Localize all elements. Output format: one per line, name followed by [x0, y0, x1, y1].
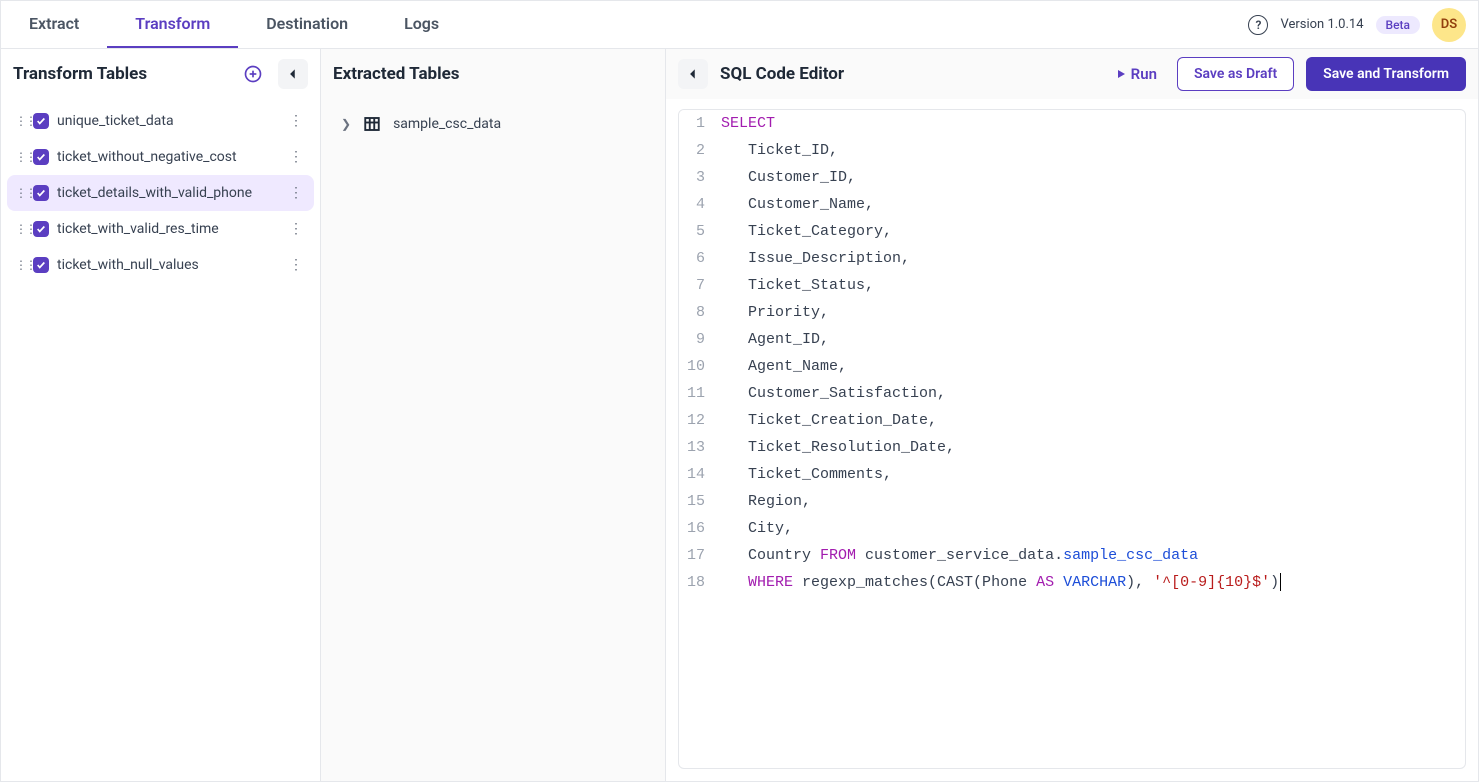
line-number: 15	[679, 488, 715, 515]
code-line[interactable]: Ticket_Resolution_Date,	[715, 434, 1465, 461]
drag-handle-icon[interactable]: ⋮⋮	[15, 222, 25, 236]
transform-table-label: ticket_with_valid_res_time	[57, 221, 278, 237]
main-tabs: Extract Transform Destination Logs	[1, 1, 467, 48]
topbar-right: ? Version 1.0.14 Beta DS	[1248, 8, 1466, 42]
code-line[interactable]: Ticket_Category,	[715, 218, 1465, 245]
transform-table-label: ticket_with_null_values	[57, 257, 278, 273]
code-line[interactable]: Customer_Satisfaction,	[715, 380, 1465, 407]
collapse-transform-panel-button[interactable]	[278, 59, 308, 89]
run-label: Run	[1131, 65, 1157, 83]
beta-badge: Beta	[1376, 16, 1420, 34]
line-number: 12	[679, 407, 715, 434]
line-number: 14	[679, 461, 715, 488]
checkbox[interactable]	[33, 257, 49, 273]
checkbox[interactable]	[33, 185, 49, 201]
more-menu-icon[interactable]: ⋮	[286, 221, 306, 237]
transform-table-item[interactable]: ⋮⋮ ticket_with_valid_res_time ⋮	[7, 211, 314, 247]
avatar[interactable]: DS	[1432, 8, 1466, 42]
checkbox[interactable]	[33, 149, 49, 165]
code-line[interactable]: Region,	[715, 488, 1465, 515]
tab-transform[interactable]: Transform	[107, 1, 238, 48]
line-number: 10	[679, 353, 715, 380]
line-number: 8	[679, 299, 715, 326]
transform-table-item[interactable]: ⋮⋮ ticket_without_negative_cost ⋮	[7, 139, 314, 175]
drag-handle-icon[interactable]: ⋮⋮	[15, 258, 25, 272]
code-line[interactable]: Agent_Name,	[715, 353, 1465, 380]
drag-handle-icon[interactable]: ⋮⋮	[15, 150, 25, 164]
line-number: 18	[679, 569, 715, 596]
more-menu-icon[interactable]: ⋮	[286, 185, 306, 201]
extracted-tables-list: ❯ sample_csc_data	[321, 99, 665, 149]
line-number: 6	[679, 245, 715, 272]
tab-destination[interactable]: Destination	[238, 1, 376, 48]
tab-logs[interactable]: Logs	[376, 1, 467, 48]
code-editor[interactable]: 1SELECT2 Ticket_ID,3 Customer_ID,4 Custo…	[678, 109, 1466, 769]
run-button[interactable]: Run	[1107, 59, 1165, 89]
line-number: 7	[679, 272, 715, 299]
line-number: 9	[679, 326, 715, 353]
transform-table-label: ticket_details_with_valid_phone	[57, 185, 278, 201]
checkbox[interactable]	[33, 113, 49, 129]
version-label: Version 1.0.14	[1280, 17, 1363, 32]
code-line[interactable]: SELECT	[715, 110, 1465, 137]
code-line[interactable]: Ticket_ID,	[715, 137, 1465, 164]
line-number: 17	[679, 542, 715, 569]
transform-table-label: ticket_without_negative_cost	[57, 149, 278, 165]
extracted-tables-panel: Extracted Tables ❯ sample_csc_data	[321, 49, 666, 781]
line-number: 2	[679, 137, 715, 164]
chevron-right-icon: ❯	[341, 117, 351, 131]
transform-tables-panel: Transform Tables ⋮⋮unique_ticket_data⋮⋮⋮…	[1, 49, 321, 781]
help-icon[interactable]: ?	[1248, 15, 1268, 35]
extracted-table-label: sample_csc_data	[393, 116, 501, 132]
code-line[interactable]: Issue_Description,	[715, 245, 1465, 272]
table-icon	[363, 115, 381, 133]
code-line[interactable]: Ticket_Comments,	[715, 461, 1465, 488]
add-transform-table-button[interactable]	[238, 59, 268, 89]
sql-editor-panel: SQL Code Editor Run Save as Draft Save a…	[666, 49, 1478, 781]
transform-table-item[interactable]: ⋮⋮ ticket_details_with_valid_phone ⋮	[7, 175, 314, 211]
transform-tables-list: ⋮⋮unique_ticket_data⋮⋮⋮ticket_without_ne…	[1, 99, 320, 287]
more-menu-icon[interactable]: ⋮	[286, 113, 306, 129]
code-line[interactable]: City,	[715, 515, 1465, 542]
sql-editor-title: SQL Code Editor	[720, 64, 1095, 84]
transform-table-item[interactable]: ⋮⋮ ticket_with_null_values ⋮	[7, 247, 314, 283]
code-line[interactable]: Ticket_Status,	[715, 272, 1465, 299]
more-menu-icon[interactable]: ⋮	[286, 257, 306, 273]
line-number: 16	[679, 515, 715, 542]
transform-table-label: unique_ticket_data	[57, 113, 278, 129]
code-line[interactable]: Customer_ID,	[715, 164, 1465, 191]
line-number: 11	[679, 380, 715, 407]
drag-handle-icon[interactable]: ⋮⋮	[15, 114, 25, 128]
collapse-editor-button[interactable]	[678, 59, 708, 89]
transform-tables-title: Transform Tables	[13, 64, 228, 84]
line-number: 3	[679, 164, 715, 191]
drag-handle-icon[interactable]: ⋮⋮	[15, 186, 25, 200]
line-number: 4	[679, 191, 715, 218]
extracted-tables-title: Extracted Tables	[333, 64, 653, 84]
code-line[interactable]: Country FROM customer_service_data.sampl…	[715, 542, 1465, 569]
code-line[interactable]: WHERE regexp_matches(CAST(Phone AS VARCH…	[715, 569, 1465, 596]
line-number: 13	[679, 434, 715, 461]
code-line[interactable]: Agent_ID,	[715, 326, 1465, 353]
code-line[interactable]: Customer_Name,	[715, 191, 1465, 218]
extracted-table-item[interactable]: ❯ sample_csc_data	[331, 107, 655, 141]
more-menu-icon[interactable]: ⋮	[286, 149, 306, 165]
line-number: 5	[679, 218, 715, 245]
checkbox[interactable]	[33, 221, 49, 237]
code-line[interactable]: Priority,	[715, 299, 1465, 326]
save-draft-button[interactable]: Save as Draft	[1177, 57, 1294, 91]
line-number: 1	[679, 110, 715, 137]
code-line[interactable]: Ticket_Creation_Date,	[715, 407, 1465, 434]
save-transform-button[interactable]: Save and Transform	[1306, 57, 1466, 91]
topbar: Extract Transform Destination Logs ? Ver…	[1, 1, 1478, 49]
transform-table-item[interactable]: ⋮⋮ unique_ticket_data ⋮	[7, 103, 314, 139]
tab-extract[interactable]: Extract	[1, 1, 107, 48]
